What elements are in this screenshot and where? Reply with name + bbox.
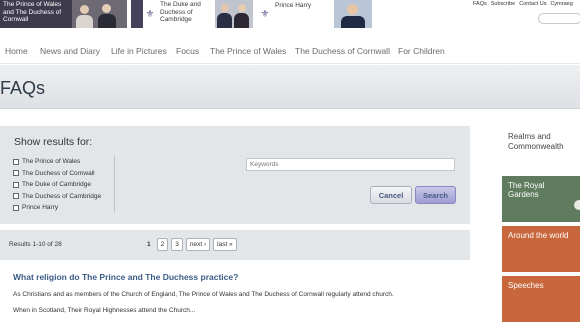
filter-options: The Prince of Wales The Duchess of Cornw… xyxy=(13,156,115,212)
faq-question-link[interactable]: What religion do The Prince and The Duch… xyxy=(13,272,238,282)
filter-option-label: Prince Harry xyxy=(22,204,59,212)
nav-item-focus[interactable]: Focus xyxy=(176,46,199,56)
nav-item-prince-of-wales[interactable]: The Prince of Wales xyxy=(210,46,286,56)
nav-item-news-and-diary[interactable]: News and Diary xyxy=(40,46,100,56)
promo-prince-harry[interactable]: ⚜ Prince Harry xyxy=(258,0,374,28)
faq-answer-text: When in Scotland, Their Royal Highnesses… xyxy=(13,307,196,314)
page-link-2[interactable]: 2 xyxy=(156,238,169,251)
main-nav: Home News and Diary Life in Pictures Foc… xyxy=(0,38,580,64)
pagination: 1 2 3 next › last » xyxy=(144,238,237,251)
nav-item-duchess-of-cornwall[interactable]: The Duchess of Cornwall xyxy=(295,46,390,56)
promo-label: The Prince of Wales and The Duchess of C… xyxy=(3,1,62,23)
tile-label: Around the world xyxy=(508,231,569,240)
filter-option-label: The Duchess of Cambridge xyxy=(22,192,102,200)
sidebar-tile-around-the-world[interactable]: Around the world xyxy=(502,226,580,272)
filter-heading: Show results for: xyxy=(14,136,93,148)
search-button[interactable]: Search xyxy=(415,186,456,204)
filter-option-prince-of-wales[interactable]: The Prince of Wales xyxy=(13,156,114,168)
last-page-button[interactable]: last » xyxy=(213,238,237,251)
checkbox[interactable] xyxy=(13,193,19,200)
filter-option-prince-harry[interactable]: Prince Harry xyxy=(13,202,114,214)
checkbox[interactable] xyxy=(13,181,19,188)
sidebar-tile-royal-gardens[interactable]: The Royal Gardens xyxy=(502,176,580,222)
tile-label: The Royal Gardens xyxy=(508,181,545,199)
results-count: Results 1-10 of 28 xyxy=(9,241,62,248)
utility-links: FAQs Subscribe Contact Us Cymraeg xyxy=(473,1,573,7)
filter-option-label: The Prince of Wales xyxy=(22,158,81,166)
page-title: FAQs xyxy=(0,78,46,98)
sidebar-tile-speeches[interactable]: Speeches xyxy=(502,276,580,322)
tile-label: Speeches xyxy=(508,281,544,290)
checkbox[interactable] xyxy=(13,204,19,211)
sidebar-link-realms-commonwealth[interactable]: Realms and Commonwealth xyxy=(508,132,580,152)
faq-answer-text: As Christians and as members of the Chur… xyxy=(13,291,394,298)
checkbox[interactable] xyxy=(13,158,19,165)
filter-option-label: The Duke of Cambridge xyxy=(22,181,92,189)
utility-link-contact-us[interactable]: Contact Us xyxy=(519,1,546,7)
filter-option-duke-of-cambridge[interactable]: The Duke of Cambridge xyxy=(13,179,114,191)
crest-icon: ⚜ xyxy=(260,8,270,20)
utility-link-faqs[interactable]: FAQs xyxy=(473,1,487,7)
top-banner: The Prince of Wales and The Duchess of C… xyxy=(0,0,580,30)
site-search-input[interactable] xyxy=(538,13,580,24)
promo-duke-duchess-cambridge[interactable]: ⚜ The Duke and Duchess of Cambridge xyxy=(131,0,253,28)
utility-link-subscribe[interactable]: Subscribe xyxy=(491,1,515,7)
filter-panel: Show results for: The Prince of Wales Th… xyxy=(0,126,470,224)
checkbox[interactable] xyxy=(13,170,19,177)
nav-item-life-in-pictures[interactable]: Life in Pictures xyxy=(111,46,167,56)
keywords-input[interactable] xyxy=(246,158,455,171)
page-link-3[interactable]: 3 xyxy=(171,238,183,251)
utility-link-cymraeg[interactable]: Cymraeg xyxy=(550,1,572,7)
promo-photo xyxy=(131,0,143,28)
promo-photo xyxy=(215,0,253,28)
page-title-band: FAQs xyxy=(0,65,580,109)
page-current: 1 xyxy=(147,241,151,248)
filter-option-label: The Duchess of Cornwall xyxy=(22,169,95,177)
filter-option-duchess-of-cambridge[interactable]: The Duchess of Cambridge xyxy=(13,191,114,203)
promo-label: Prince Harry xyxy=(275,2,312,9)
tile-image xyxy=(574,200,580,210)
crest-icon: ⚜ xyxy=(145,8,155,20)
next-page-button[interactable]: next › xyxy=(185,238,211,251)
filter-option-duchess-of-cornwall[interactable]: The Duchess of Cornwall xyxy=(13,168,114,180)
promo-label: The Duke and Duchess of Cambridge xyxy=(160,1,201,23)
nav-item-home[interactable]: Home xyxy=(5,46,28,56)
nav-item-for-children[interactable]: For Children xyxy=(398,46,445,56)
promo-prince-wales-duchess[interactable]: The Prince of Wales and The Duchess of C… xyxy=(0,0,127,28)
promo-photo xyxy=(72,0,127,28)
results-bar: Results 1-10 of 28 1 2 3 next › last » xyxy=(0,230,470,260)
cancel-button[interactable]: Cancel xyxy=(370,186,412,204)
promo-photo xyxy=(334,0,372,28)
